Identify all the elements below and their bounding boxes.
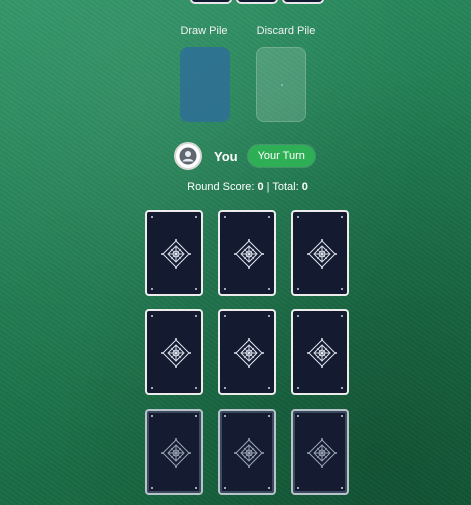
card-ornament-icon	[161, 239, 191, 269]
card-ornament-icon	[307, 239, 337, 269]
avatar	[174, 142, 202, 170]
card-corner-dot	[224, 288, 226, 290]
turn-status-badge: Your Turn	[247, 145, 315, 167]
card-corner-dot	[151, 315, 153, 317]
player-header: You Your Turn	[174, 142, 315, 170]
card-corner-dot	[268, 387, 270, 389]
opponent-card-strip	[190, 0, 324, 4]
card-slot[interactable]	[218, 210, 276, 296]
discard-pile-marker	[281, 84, 283, 86]
card-corner-dot	[224, 487, 226, 489]
card-corner-dot	[224, 415, 226, 417]
opponent-card	[236, 0, 278, 4]
card-ornament-icon	[307, 438, 337, 468]
opponent-card	[282, 0, 324, 4]
score-line: Round Score: 0 | Total: 0	[0, 181, 471, 193]
card-ornament-icon	[234, 338, 264, 368]
card-corner-dot	[341, 216, 343, 218]
draw-pile-label: Draw Pile	[180, 25, 228, 37]
card-corner-dot	[297, 216, 299, 218]
card-corner-dot	[151, 487, 153, 489]
card-slot[interactable]	[291, 409, 349, 495]
card-corner-dot	[151, 216, 153, 218]
card-corner-dot	[341, 315, 343, 317]
card-corner-dot	[151, 387, 153, 389]
total-score-value: 0	[301, 181, 308, 193]
discard-pile-label: Discard Pile	[256, 25, 316, 37]
card-corner-dot	[297, 315, 299, 317]
card-corner-dot	[195, 288, 197, 290]
card-ornament-icon	[161, 438, 191, 468]
card-corner-dot	[268, 415, 270, 417]
card-slot[interactable]	[291, 309, 349, 395]
card-corner-dot	[224, 387, 226, 389]
card-corner-dot	[341, 415, 343, 417]
total-score-label: Total:	[272, 181, 299, 193]
card-corner-dot	[297, 415, 299, 417]
card-corner-dot	[224, 216, 226, 218]
card-corner-dot	[341, 487, 343, 489]
card-corner-dot	[151, 415, 153, 417]
card-corner-dot	[268, 315, 270, 317]
card-ornament-icon	[161, 338, 191, 368]
card-corner-dot	[195, 216, 197, 218]
card-slot[interactable]	[145, 409, 203, 495]
opponent-card	[190, 0, 232, 4]
card-corner-dot	[195, 487, 197, 489]
card-corner-dot	[195, 315, 197, 317]
round-score-label: Round Score:	[187, 181, 255, 193]
round-score-value: 0	[257, 181, 264, 193]
draw-pile[interactable]	[180, 47, 230, 122]
card-ornament-icon	[307, 338, 337, 368]
card-corner-dot	[341, 288, 343, 290]
card-slot[interactable]	[218, 409, 276, 495]
card-slot[interactable]	[291, 210, 349, 296]
card-corner-dot	[151, 288, 153, 290]
player-name: You	[214, 148, 238, 164]
card-corner-dot	[268, 487, 270, 489]
card-corner-dot	[297, 487, 299, 489]
card-corner-dot	[297, 288, 299, 290]
card-corner-dot	[268, 288, 270, 290]
user-icon	[179, 147, 197, 165]
card-corner-dot	[341, 387, 343, 389]
card-corner-dot	[195, 387, 197, 389]
card-slot[interactable]	[218, 309, 276, 395]
discard-pile[interactable]	[256, 47, 306, 122]
card-corner-dot	[224, 315, 226, 317]
card-corner-dot	[268, 216, 270, 218]
card-corner-dot	[297, 387, 299, 389]
card-slot[interactable]	[145, 309, 203, 395]
score-separator: |	[266, 181, 270, 193]
card-ornament-icon	[234, 438, 264, 468]
card-slot[interactable]	[145, 210, 203, 296]
card-corner-dot	[195, 415, 197, 417]
card-ornament-icon	[234, 239, 264, 269]
